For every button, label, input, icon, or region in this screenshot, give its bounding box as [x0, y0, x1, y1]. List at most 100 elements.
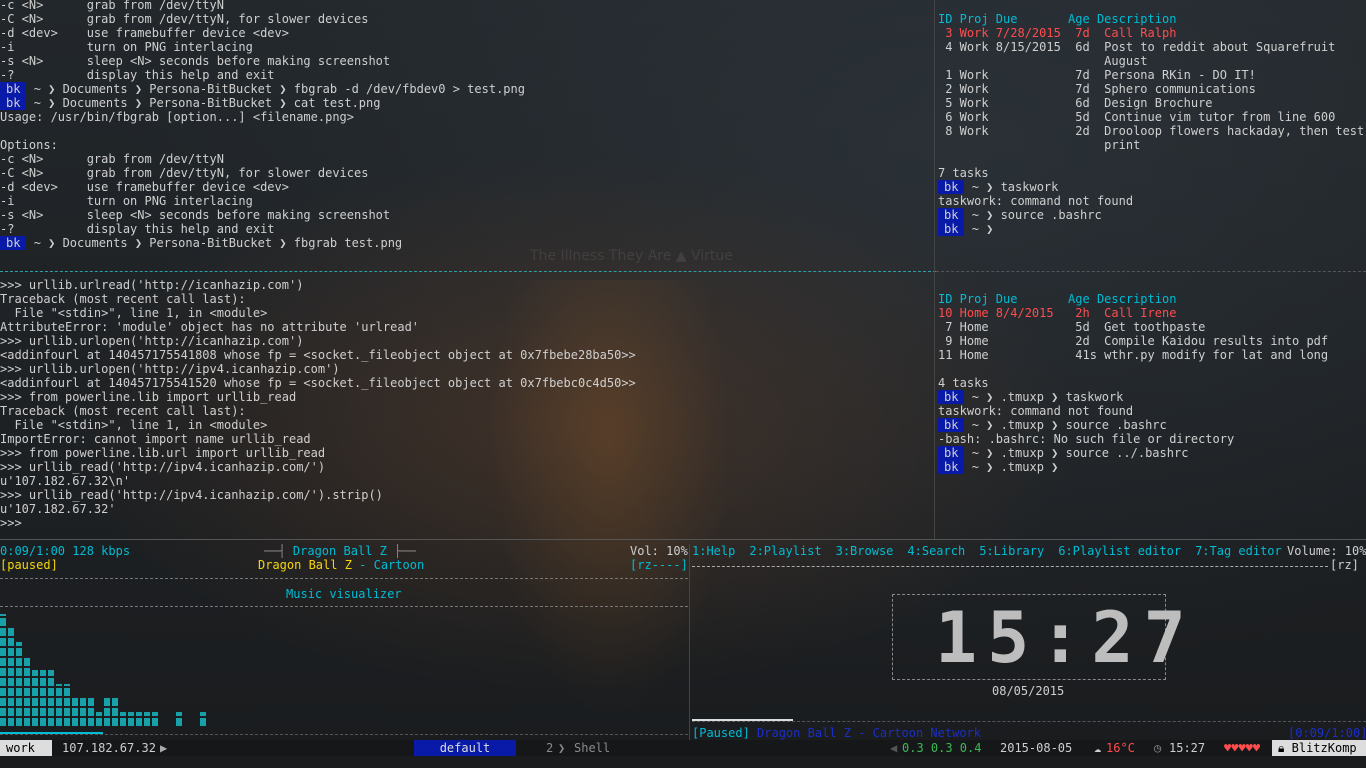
- menu-item[interactable]: 5:Library: [979, 544, 1044, 558]
- status-time: 15:27: [1169, 741, 1206, 755]
- separator-icon: ▶: [160, 741, 168, 755]
- menu-item[interactable]: 6:Playlist editor: [1058, 544, 1181, 558]
- mode-flags: [rz----]: [630, 558, 688, 572]
- help-line: -d <dev> use framebuffer device <dev>: [0, 180, 289, 194]
- python-line: u'107.182.67.32': [0, 502, 116, 516]
- menu-item[interactable]: 3:Browse: [836, 544, 894, 558]
- python-line: AttributeError: 'module' object has no a…: [0, 320, 420, 334]
- song-title: ──┤ Dragon Ball Z ├──: [264, 544, 416, 558]
- task-row: 8 Work 2d Drooloop flowers hackaday, the…: [938, 124, 1365, 138]
- help-line: -c <N> grab from /dev/ttyN: [0, 152, 224, 166]
- python-line: >>> urllib.urlread('http://icanhazip.com…: [0, 278, 304, 292]
- visualizer-bar: [64, 684, 70, 726]
- pane-divider: [936, 271, 1366, 273]
- clock-time: 15:27: [935, 597, 1196, 679]
- task-row: 9 Home 2d Compile Kaidou results into pd…: [938, 334, 1329, 348]
- visualizer-bar: [104, 698, 110, 726]
- task-row: August: [938, 54, 1148, 68]
- python-line: File "<stdin>", line 1, in <module>: [0, 306, 268, 320]
- pane-divider: [689, 544, 691, 740]
- task-row: 5 Work 6d Design Brochure: [938, 96, 1213, 110]
- python-line: >>> urllib.urlopen('http://icanhazip.com…: [0, 334, 304, 348]
- pane-python[interactable]: >>> urllib.urlread('http://icanhazip.com…: [0, 278, 932, 534]
- header-rule: [692, 566, 1328, 568]
- task-header: ID Proj Due Age Description: [938, 292, 1177, 306]
- error-line: taskwork: command not found: [938, 404, 1134, 418]
- header-rule: [0, 606, 688, 608]
- task-row: print: [938, 138, 1141, 152]
- task-header: ID Proj Due Age Description: [938, 12, 1177, 26]
- visualizer-bar: [56, 684, 62, 726]
- visualizer-bar: [16, 642, 22, 726]
- progress-bar-fill: [692, 719, 794, 721]
- help-line: -? display this help and exit: [0, 68, 275, 82]
- visualizer-title: Music visualizer: [286, 587, 402, 601]
- task-count: 4 tasks: [938, 376, 989, 390]
- window-tab-shell[interactable]: Shell: [574, 740, 610, 756]
- visualizer-bar: [200, 712, 206, 726]
- prompt-line: bk ~ ❯ Documents ❯ Persona-BitBucket ❯ f…: [0, 82, 932, 96]
- wallpaper-text: The Illness They Are ▲ Virtue: [530, 248, 733, 264]
- python-line: ImportError: cannot import name urllib_r…: [0, 432, 311, 446]
- playback-time: 0:09/1:00 128 kbps: [0, 544, 131, 558]
- menu-item[interactable]: 4:Search: [907, 544, 965, 558]
- pane-mid-right[interactable]: ID Proj Due Age Description 10 Home 8/4/…: [938, 292, 1366, 536]
- python-line: >>> urllib_read('http://ipv4.icanhazip.c…: [0, 460, 326, 474]
- mode-flags: [rz]: [1330, 558, 1359, 572]
- progress-bar-track[interactable]: [692, 721, 1366, 723]
- pane-top-right[interactable]: ID Proj Due Age Description 3 Work 7/28/…: [938, 12, 1366, 272]
- help-line: -d <dev> use framebuffer device <dev>: [0, 26, 289, 40]
- battery-hearts: ♥♥♥♥♥: [1224, 741, 1261, 755]
- visualizer-bar: [96, 712, 102, 726]
- task-row: 4 Work 8/15/2015 6d Post to reddit about…: [938, 40, 1336, 54]
- visualizer-bar: [88, 698, 94, 726]
- menu-item[interactable]: 2:Playlist: [749, 544, 821, 558]
- python-line: >>> from powerline.lib.url import urllib…: [0, 446, 326, 460]
- prompt-line: bk ~ ❯: [938, 222, 1366, 236]
- visualizer-bars: [0, 614, 680, 726]
- prompt-line: bk ~ ❯ .tmuxp ❯ source .bashrc: [938, 418, 1366, 432]
- visualizer-bar: [128, 712, 134, 726]
- visualizer-bar: [0, 614, 6, 726]
- separator-icon: ❯: [558, 741, 566, 755]
- visualizer-bar: [144, 712, 150, 726]
- visualizer-bar: [32, 670, 38, 726]
- help-line: -? display this help and exit: [0, 222, 275, 236]
- pane-divider: [0, 539, 1366, 541]
- session-name[interactable]: work: [0, 740, 52, 756]
- volume-label: Vol: 10%: [630, 544, 688, 558]
- prompt-line: bk ~ ❯ taskwork: [938, 180, 1366, 194]
- visualizer-bar: [72, 698, 78, 726]
- temperature: 16°C: [1106, 741, 1135, 755]
- task-row-overdue: 10 Home 8/4/2015 2h Call Irene: [938, 306, 1177, 320]
- date: 2015-08-05: [1000, 741, 1073, 755]
- help-line: -C <N> grab from /dev/ttyN, for slower d…: [0, 166, 369, 180]
- ip-address: 107.182.67.32: [62, 741, 156, 755]
- python-line: >>> urllib.urlopen('http://ipv4.icanhazi…: [0, 362, 340, 376]
- visualizer-bar: [8, 628, 14, 726]
- visualizer-bar: [80, 698, 86, 726]
- menu-item[interactable]: 7:Tag editor: [1195, 544, 1282, 558]
- elapsed-time: [0:09/1:00]: [1288, 726, 1366, 740]
- progress-bar-track[interactable]: [0, 734, 688, 736]
- task-count: 7 tasks: [938, 166, 989, 180]
- task-row: 11 Home 41s wthr.py modify for lat and l…: [938, 348, 1329, 362]
- error-line: -bash: .bashrc: No such file or director…: [938, 432, 1235, 446]
- window-tab-number[interactable]: 2: [546, 740, 553, 756]
- python-line: File "<stdin>", line 1, in <module>: [0, 418, 268, 432]
- menu-item[interactable]: 1:Help: [692, 544, 735, 558]
- help-line: -s <N> sleep <N> seconds before making s…: [0, 54, 391, 68]
- progress-bar-fill: [0, 732, 104, 734]
- visualizer-bar: [120, 712, 126, 726]
- prompt-line: bk ~ ❯ .tmuxp ❯ source ../.bashrc: [938, 446, 1366, 460]
- header-rule: [0, 578, 688, 580]
- python-line: >>>: [0, 516, 22, 530]
- weather-icon: ☁: [1094, 741, 1102, 755]
- task-row: 6 Work 5d Continue vim tutor from line 6…: [938, 110, 1336, 124]
- tmux-status-bar: work 107.182.67.32 ▶ default 2 ❯ Shell ◀…: [0, 740, 1366, 756]
- window-tab-default[interactable]: default: [414, 740, 516, 756]
- python-line: >>> from powerline.lib import urllib_rea…: [0, 390, 297, 404]
- task-row: 1 Work 7d Persona RKin - DO IT!: [938, 68, 1256, 82]
- pane-top-left[interactable]: -c <N> grab from /dev/ttyN -C <N> grab fr…: [0, 0, 932, 270]
- ncmpcpp-menu: 1:Help 2:Playlist 3:Browse 4:Search 5:Librar…: [692, 544, 1296, 558]
